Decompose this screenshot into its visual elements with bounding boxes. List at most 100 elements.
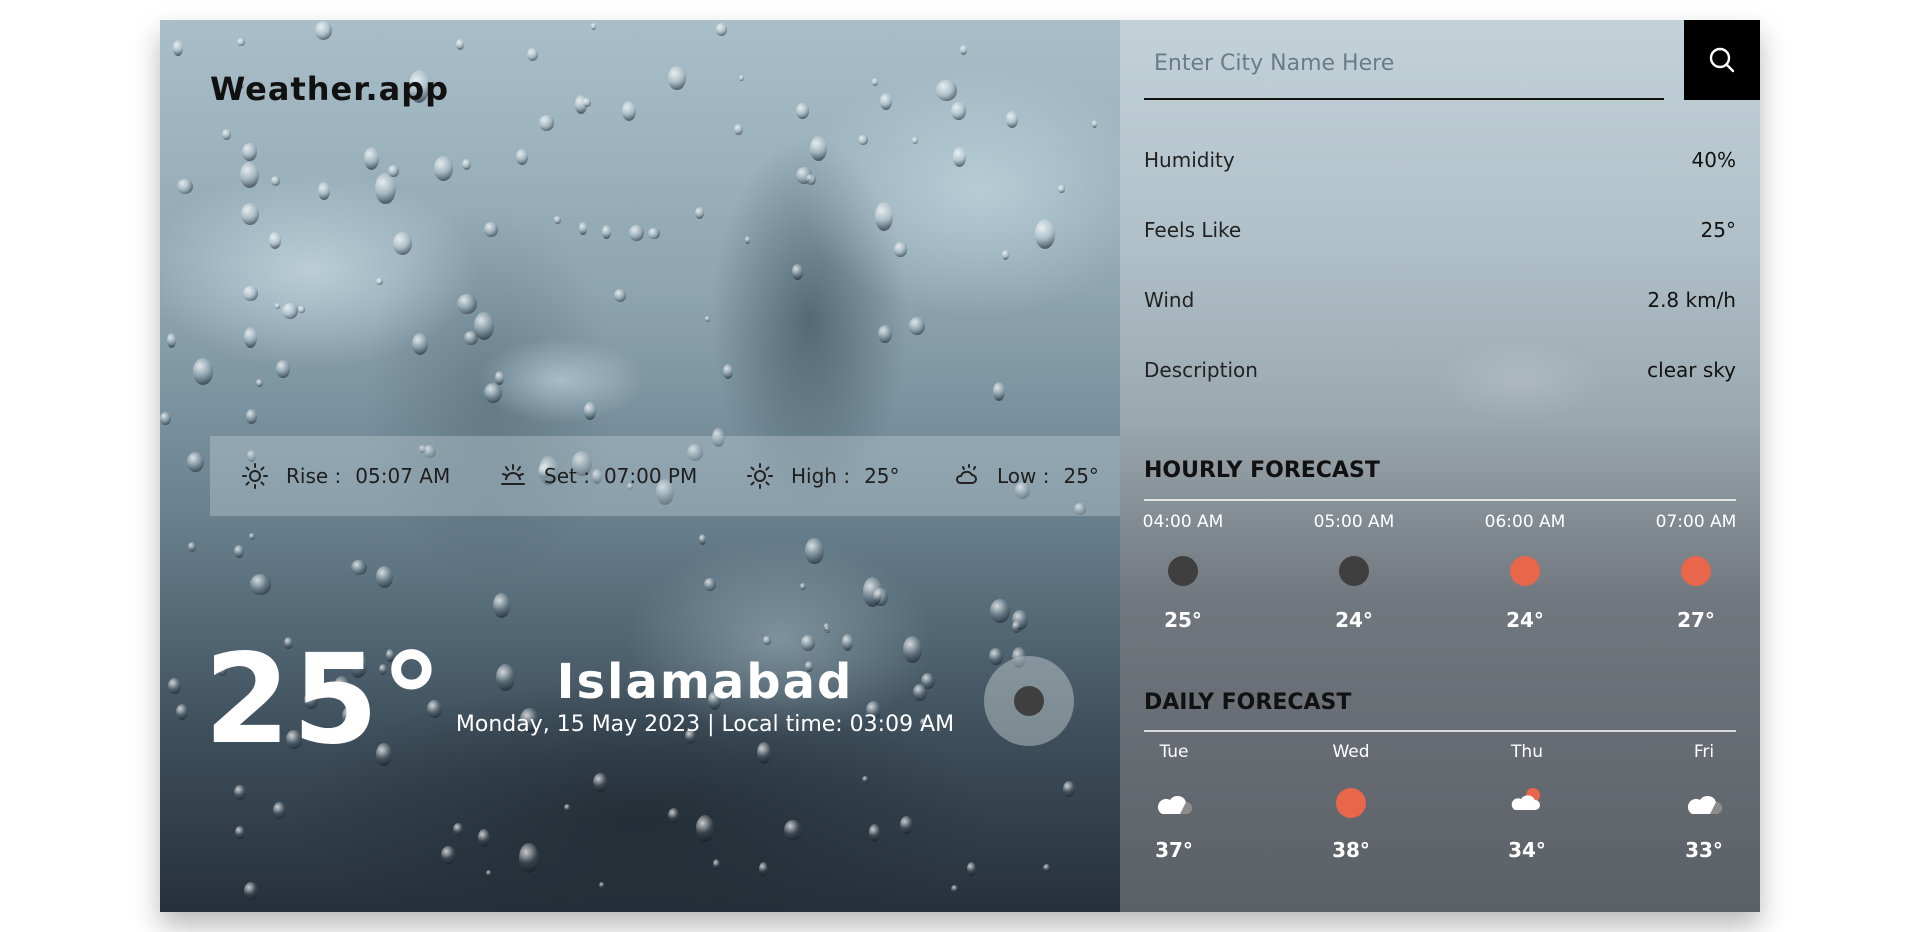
raindrop [791, 264, 804, 280]
raindrop [992, 381, 1006, 402]
hourly-time: 04:00 AM [1142, 512, 1224, 532]
hourly-item: 05:00 AM 24° [1304, 512, 1404, 632]
raindrop [763, 636, 771, 645]
raindrop [592, 773, 608, 792]
raindrop [1042, 863, 1051, 872]
raindrop [936, 79, 957, 102]
raindrop [1006, 111, 1019, 128]
sunrise-value: 05:07 AM [355, 464, 451, 488]
raindrop [233, 784, 246, 801]
raindrop [276, 359, 291, 379]
raindrop [495, 371, 504, 385]
city-name: Islamabad [556, 654, 854, 710]
raindrop [715, 22, 727, 37]
search-icon [1709, 47, 1735, 73]
detail-value: clear sky [1647, 358, 1736, 382]
raindrop [868, 824, 880, 842]
dark-dot-icon [1339, 556, 1369, 586]
raindrop [564, 804, 572, 813]
search-button[interactable] [1684, 20, 1760, 100]
hourly-item: 04:00 AM 25° [1133, 512, 1233, 632]
raindrop [461, 158, 472, 170]
raindrop [249, 532, 256, 540]
cloud-icon [1687, 795, 1722, 814]
raindrop [1063, 780, 1076, 798]
daily-temp: 38° [1332, 838, 1370, 862]
raindrop [800, 635, 816, 652]
daily-temp: 33° [1685, 838, 1723, 862]
hourly-temp: 24° [1335, 608, 1373, 632]
raindrop [236, 38, 245, 47]
raindrop [250, 574, 271, 595]
raindrop [591, 23, 597, 30]
hourly-item: 06:00 AM 24° [1475, 512, 1575, 632]
raindrop [187, 452, 204, 473]
raindrop [1091, 119, 1098, 129]
raindrop [239, 161, 260, 188]
daily-item: Wed 38° [1301, 742, 1401, 862]
raindrop [273, 802, 287, 819]
raindrop [723, 363, 734, 380]
raindrop [515, 149, 529, 166]
raindrop [871, 78, 879, 87]
raindrop [314, 20, 333, 40]
raindrop [187, 542, 196, 552]
cloud-icon [1157, 795, 1192, 814]
raindrop [909, 316, 925, 336]
raindrop [704, 578, 717, 591]
raindrop [222, 128, 232, 141]
raindrop [483, 382, 502, 404]
raindrop [598, 881, 605, 889]
sun-icon [747, 463, 773, 489]
raindrop [950, 101, 966, 121]
raindrop [628, 224, 645, 241]
current-weather-icon [984, 656, 1074, 746]
raindrop [757, 741, 771, 764]
detail-description: Description clear sky [1144, 358, 1736, 382]
raindrop [952, 146, 967, 168]
daily-day: Fri [1693, 742, 1715, 762]
cloud-sun-icon [956, 464, 977, 484]
raindrop [233, 544, 244, 558]
raindrop [989, 648, 1003, 665]
detail-label: Feels Like [1144, 218, 1242, 242]
raindrop [695, 814, 715, 842]
raindrop [554, 215, 561, 225]
raindrop [246, 409, 257, 424]
hourly-time: 05:00 AM [1313, 512, 1395, 532]
raindrop [268, 232, 282, 250]
sunrise-stat: Rise : 05:07 AM [242, 436, 450, 516]
raindrop [376, 566, 393, 588]
raindrop [255, 378, 263, 388]
detail-label: Humidity [1144, 148, 1235, 172]
raindrop [456, 293, 478, 314]
raindrop [879, 92, 892, 110]
raindrop [167, 677, 181, 694]
detail-value: 25° [1700, 218, 1736, 242]
raindrop [823, 623, 829, 631]
dark-dot-icon [1168, 556, 1198, 586]
low-label: Low : [997, 464, 1050, 488]
raindrop [602, 225, 612, 239]
raindrop [519, 843, 539, 874]
raindrop [243, 326, 258, 348]
local-datetime: Monday, 15 May 2023 | Local time: 03:09 … [455, 712, 955, 737]
raindrop [809, 136, 828, 162]
low-stat: Low : 25° [953, 436, 1099, 516]
raindrop [477, 829, 490, 847]
city-search-input[interactable] [1144, 28, 1664, 100]
raindrop [1002, 250, 1010, 261]
raindrop [902, 635, 923, 663]
hourly-temp: 27° [1677, 608, 1715, 632]
raindrop [193, 358, 214, 386]
raindrop [486, 870, 492, 878]
raindrop [712, 859, 721, 870]
dark-dot-icon [1014, 686, 1044, 716]
raindrop [282, 303, 299, 320]
raindrop [805, 537, 824, 565]
raindrop [578, 222, 587, 235]
raindrop [667, 808, 680, 824]
raindrop [784, 819, 802, 841]
detail-humidity: Humidity 40% [1144, 148, 1736, 172]
raindrop [800, 582, 806, 590]
